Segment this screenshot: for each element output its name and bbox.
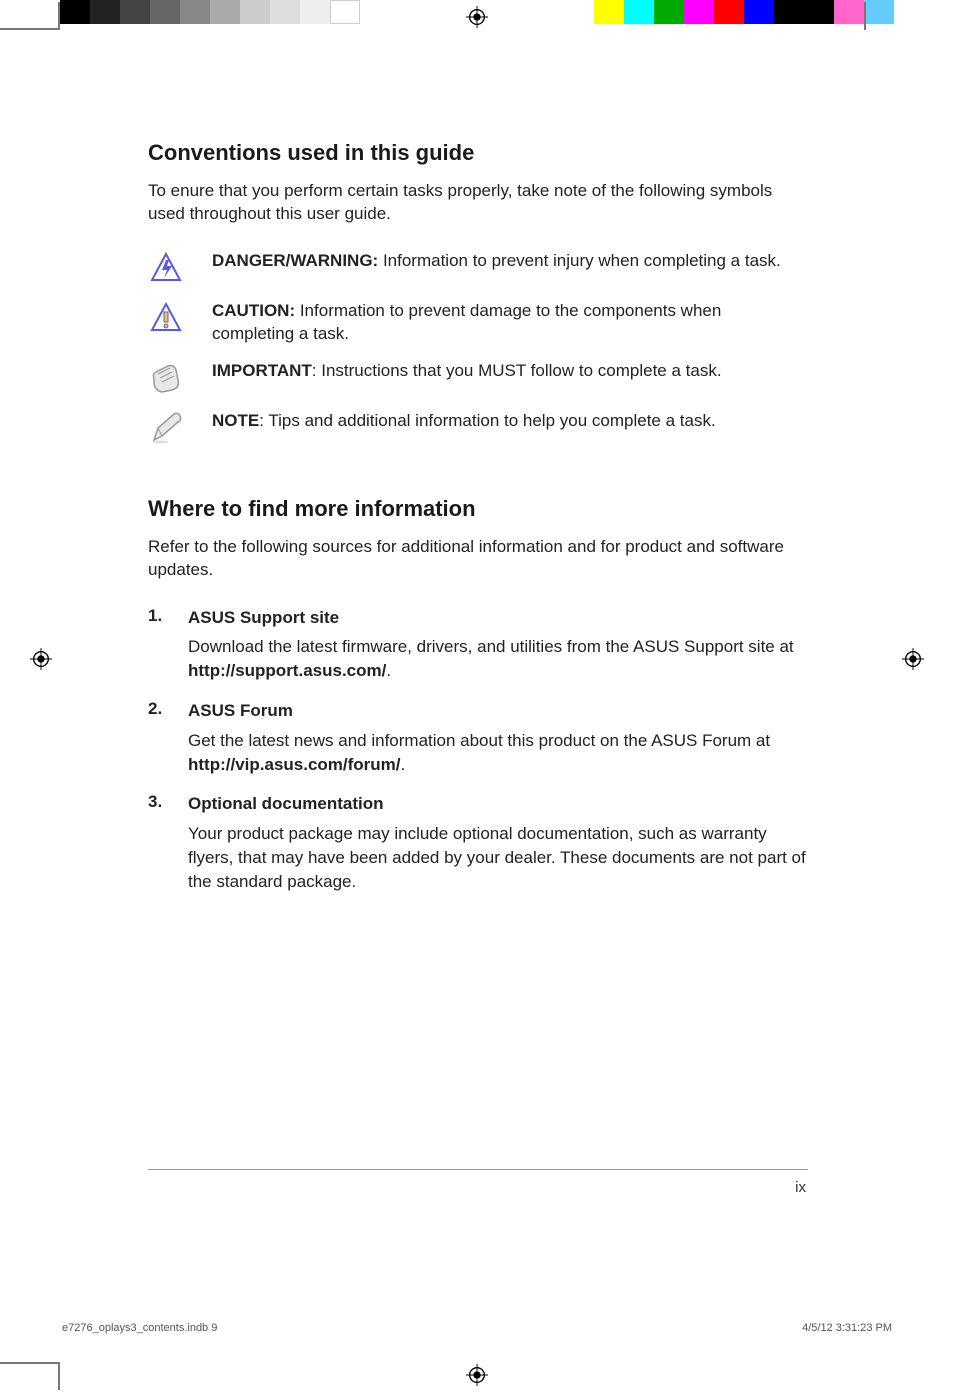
page-number: ix	[795, 1179, 806, 1196]
color-swatches	[594, 0, 894, 24]
crop-mark	[0, 1362, 60, 1364]
source-item: Optional documentation Your product pack…	[148, 792, 808, 893]
lightning-icon	[148, 250, 184, 286]
crop-mark	[864, 2, 866, 30]
convention-label: NOTE	[212, 411, 259, 430]
section-heading-conventions: Conventions used in this guide	[148, 140, 808, 166]
registration-mark-icon	[30, 648, 52, 670]
crop-mark	[58, 2, 60, 30]
convention-desc: : Instructions that you MUST follow to c…	[312, 361, 722, 380]
print-file-info: e7276_oplays3_contents.indb 9	[62, 1322, 217, 1334]
registration-mark-icon	[466, 1364, 488, 1386]
sources-list: ASUS Support site Download the latest fi…	[148, 606, 808, 894]
section-more-info: Where to find more information Refer to …	[148, 496, 808, 894]
conventions-list: DANGER/WARNING: Information to prevent i…	[148, 250, 808, 446]
source-body-pre: Get the latest news and information abou…	[188, 731, 770, 750]
source-item: ASUS Support site Download the latest fi…	[148, 606, 808, 683]
caution-icon	[148, 300, 184, 336]
section-heading-moreinfo: Where to find more information	[148, 496, 808, 522]
document-content: Conventions used in this guide To enure …	[148, 140, 808, 910]
convention-item-note: NOTE: Tips and additional information to…	[148, 410, 808, 446]
grayscale-ramp	[60, 0, 360, 24]
convention-label: IMPORTANT	[212, 361, 312, 380]
section-intro: Refer to the following sources for addit…	[148, 536, 808, 582]
convention-desc: Information to prevent injury when compl…	[378, 251, 781, 270]
section-intro: To enure that you perform certain tasks …	[148, 180, 808, 226]
source-body-pre: Download the latest firmware, drivers, a…	[188, 637, 794, 656]
convention-text: DANGER/WARNING: Information to prevent i…	[212, 250, 781, 273]
source-url: http://vip.asus.com/forum/	[188, 755, 401, 774]
source-title: ASUS Forum	[188, 699, 808, 723]
print-timestamp: 4/5/12 3:31:23 PM	[802, 1322, 892, 1334]
convention-text: CAUTION: Information to prevent damage t…	[212, 300, 808, 346]
pencil-icon	[148, 410, 184, 446]
source-item: ASUS Forum Get the latest news and infor…	[148, 699, 808, 776]
source-title: Optional documentation	[188, 792, 808, 816]
convention-item-danger: DANGER/WARNING: Information to prevent i…	[148, 250, 808, 286]
convention-item-important: IMPORTANT: Instructions that you MUST fo…	[148, 360, 808, 396]
source-url: http://support.asus.com/	[188, 661, 386, 680]
hand-icon	[148, 360, 184, 396]
source-title: ASUS Support site	[188, 606, 808, 630]
crop-mark	[58, 1362, 60, 1390]
registration-mark-icon	[902, 648, 924, 670]
footer-rule	[148, 1169, 808, 1170]
page-root: Conventions used in this guide To enure …	[0, 0, 954, 1392]
print-footer: e7276_oplays3_contents.indb 9 4/5/12 3:3…	[62, 1322, 892, 1334]
convention-desc: : Tips and additional information to hel…	[259, 411, 715, 430]
source-body-post: .	[401, 755, 406, 774]
convention-label: DANGER/WARNING:	[212, 251, 378, 270]
convention-text: NOTE: Tips and additional information to…	[212, 410, 716, 433]
registration-mark-icon	[466, 6, 488, 28]
source-body-post: .	[386, 661, 391, 680]
crop-mark	[0, 28, 60, 30]
convention-text: IMPORTANT: Instructions that you MUST fo…	[212, 360, 722, 383]
source-body-pre: Your product package may include optiona…	[188, 824, 806, 891]
convention-label: CAUTION:	[212, 301, 295, 320]
convention-item-caution: CAUTION: Information to prevent damage t…	[148, 300, 808, 346]
